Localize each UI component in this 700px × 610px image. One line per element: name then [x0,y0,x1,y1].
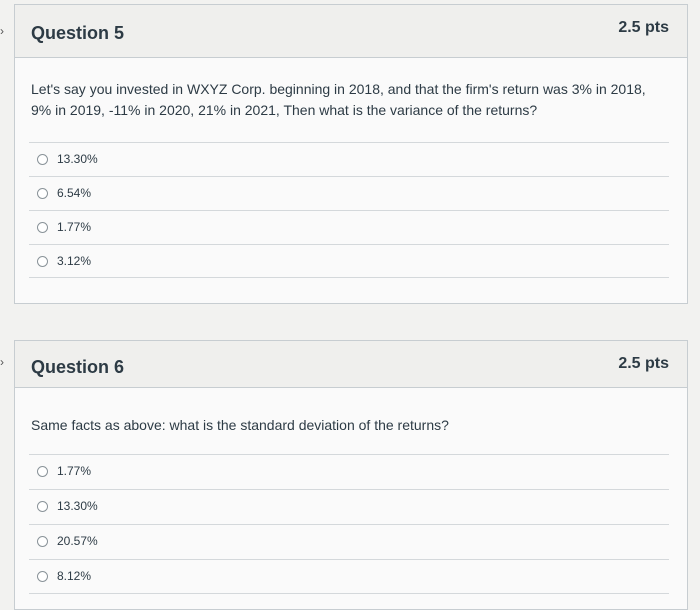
radio-button-icon[interactable] [37,536,48,547]
answer-option[interactable]: 1.77% [29,210,669,244]
answer-list: 1.77% 13.30% 20.57% 8.12% [29,454,669,594]
question-5-card: Question 5 2.5 pts Let's say you investe… [14,4,688,304]
question-title: Question 6 [31,357,125,377]
radio-button-icon[interactable] [37,154,48,165]
radio-button-icon[interactable] [37,466,48,477]
answer-list: 13.30% 6.54% 1.77% 3.12% [29,142,669,278]
answer-label: 8.12% [57,569,92,583]
answer-option[interactable]: 6.54% [29,176,669,210]
answer-label: 1.77% [57,220,92,234]
question-title: Question 5 [31,23,125,43]
answer-label: 3.12% [57,254,92,268]
question-header: Question 5 2.5 pts [15,5,687,58]
answer-option[interactable]: 20.57% [29,524,669,559]
answer-label: 13.30% [57,499,98,513]
radio-button-icon[interactable] [37,188,48,199]
question-points: 2.5 pts [618,355,669,372]
answer-option[interactable]: 13.30% [29,142,669,176]
question-text: Let's say you invested in WXYZ Corp. beg… [31,81,646,118]
question-text: Same facts as above: what is the standar… [31,417,449,433]
answer-label: 20.57% [57,534,98,548]
question-header: Question 6 2.5 pts [15,341,687,388]
radio-button-icon[interactable] [37,256,48,267]
radio-button-icon[interactable] [37,222,48,233]
question-6-card: Question 6 2.5 pts Same facts as above: … [14,340,688,610]
answer-option[interactable]: 13.30% [29,489,669,524]
chevron-right-icon: › [0,355,4,369]
radio-button-icon[interactable] [37,501,48,512]
answer-label: 1.77% [57,464,92,478]
answer-option[interactable]: 3.12% [29,244,669,278]
answer-option[interactable]: 8.12% [29,559,669,594]
question-points: 2.5 pts [618,19,669,36]
answer-label: 6.54% [57,186,92,200]
chevron-right-icon: › [0,24,4,38]
answer-label: 13.30% [57,152,98,166]
radio-button-icon[interactable] [37,571,48,582]
answer-option[interactable]: 1.77% [29,454,669,489]
